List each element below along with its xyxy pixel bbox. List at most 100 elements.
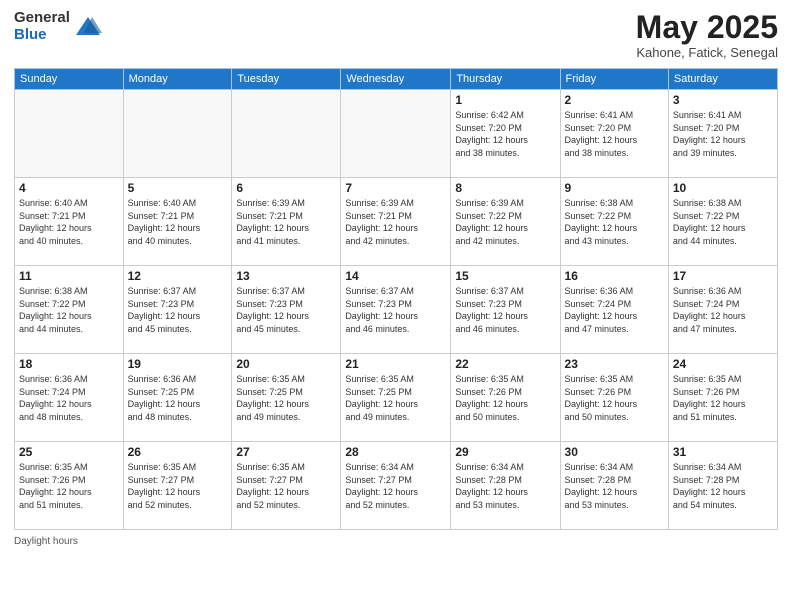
logo-icon: [74, 13, 102, 41]
day-info: Sunrise: 6:34 AM Sunset: 7:28 PM Dayligh…: [673, 461, 773, 511]
day-header-wednesday: Wednesday: [341, 69, 451, 90]
day-header-saturday: Saturday: [668, 69, 777, 90]
day-number: 19: [128, 357, 228, 371]
calendar-cell: 4Sunrise: 6:40 AM Sunset: 7:21 PM Daylig…: [15, 178, 124, 266]
calendar-cell: 8 Sunrise: 6:39 AM Sunset: 7:22 PM Daylig…: [451, 178, 560, 266]
day-number: 9: [565, 181, 664, 195]
calendar-cell: 23Sunrise: 6:35 AM Sunset: 7:26 PM Dayli…: [560, 354, 668, 442]
calendar-cell: 11 Sunrise: 6:38 AM Sunset: 7:22 PM Dayli…: [15, 266, 124, 354]
subtitle: Kahone, Fatick, Senegal: [636, 45, 778, 60]
day-number: 3: [673, 93, 773, 107]
day-info: Sunrise: 6:35 AM Sunset: 7:25 PM Dayligh…: [345, 373, 446, 423]
calendar-cell: [232, 90, 341, 178]
day-info: Sunrise: 6:35 AM Sunset: 7:26 PM Dayligh…: [19, 461, 119, 511]
calendar-cell: 22 Sunrise: 6:35 AM Sunset: 7:26 PM Dayli…: [451, 354, 560, 442]
day-header-thursday: Thursday: [451, 69, 560, 90]
day-number: 28: [345, 445, 446, 459]
calendar-week-row: 1 Sunrise: 6:42 AM Sunset: 7:20 PM Daylig…: [15, 90, 778, 178]
day-number: 29: [455, 445, 555, 459]
calendar-week-row: 18Sunrise: 6:36 AM Sunset: 7:24 PM Dayli…: [15, 354, 778, 442]
calendar-cell: 16 Sunrise: 6:36 AM Sunset: 7:24 PM Dayli…: [560, 266, 668, 354]
day-number: 26: [128, 445, 228, 459]
calendar-cell: 6 Sunrise: 6:39 AM Sunset: 7:21 PM Daylig…: [232, 178, 341, 266]
calendar-cell: 21Sunrise: 6:35 AM Sunset: 7:25 PM Dayli…: [341, 354, 451, 442]
logo-general: General: [14, 10, 70, 27]
day-info: Sunrise: 6:34 AM Sunset: 7:28 PM Dayligh…: [455, 461, 555, 511]
day-number: 2: [565, 93, 664, 107]
calendar-cell: 10Sunrise: 6:38 AM Sunset: 7:22 PM Dayli…: [668, 178, 777, 266]
day-number: 10: [673, 181, 773, 195]
calendar-cell: 2 Sunrise: 6:41 AM Sunset: 7:20 PM Daylig…: [560, 90, 668, 178]
day-info: Sunrise: 6:39 AM Sunset: 7:21 PM Dayligh…: [345, 197, 446, 247]
day-number: 6: [236, 181, 336, 195]
day-info: Sunrise: 6:35 AM Sunset: 7:26 PM Dayligh…: [455, 373, 555, 423]
header: General Blue May 2025 Kahone, Fatick, Se…: [14, 10, 778, 60]
calendar-cell: 19Sunrise: 6:36 AM Sunset: 7:25 PM Dayli…: [123, 354, 232, 442]
calendar-cell: 26Sunrise: 6:35 AM Sunset: 7:27 PM Dayli…: [123, 442, 232, 530]
day-info: Sunrise: 6:37 AM Sunset: 7:23 PM Dayligh…: [455, 285, 555, 335]
day-info: Sunrise: 6:38 AM Sunset: 7:22 PM Dayligh…: [19, 285, 119, 335]
day-number: 25: [19, 445, 119, 459]
logo: General Blue: [14, 10, 102, 43]
calendar-cell: 14 Sunrise: 6:37 AM Sunset: 7:23 PM Dayli…: [341, 266, 451, 354]
day-number: 11: [19, 269, 119, 283]
calendar-cell: 9 Sunrise: 6:38 AM Sunset: 7:22 PM Daylig…: [560, 178, 668, 266]
calendar-cell: 24Sunrise: 6:35 AM Sunset: 7:26 PM Dayli…: [668, 354, 777, 442]
day-info: Sunrise: 6:37 AM Sunset: 7:23 PM Dayligh…: [345, 285, 446, 335]
day-number: 14: [345, 269, 446, 283]
day-number: 12: [128, 269, 228, 283]
day-header-monday: Monday: [123, 69, 232, 90]
day-number: 1: [455, 93, 555, 107]
calendar-cell: [123, 90, 232, 178]
calendar-cell: 7 Sunrise: 6:39 AM Sunset: 7:21 PM Daylig…: [341, 178, 451, 266]
day-info: Sunrise: 6:38 AM Sunset: 7:22 PM Dayligh…: [565, 197, 664, 247]
day-info: Sunrise: 6:36 AM Sunset: 7:24 PM Dayligh…: [673, 285, 773, 335]
day-info: Sunrise: 6:35 AM Sunset: 7:25 PM Dayligh…: [236, 373, 336, 423]
day-info: Sunrise: 6:36 AM Sunset: 7:24 PM Dayligh…: [565, 285, 664, 335]
day-info: Sunrise: 6:35 AM Sunset: 7:27 PM Dayligh…: [236, 461, 336, 511]
month-title: May 2025: [636, 10, 778, 45]
calendar-cell: 12 Sunrise: 6:37 AM Sunset: 7:23 PM Dayli…: [123, 266, 232, 354]
day-info: Sunrise: 6:35 AM Sunset: 7:26 PM Dayligh…: [565, 373, 664, 423]
day-info: Sunrise: 6:37 AM Sunset: 7:23 PM Dayligh…: [128, 285, 228, 335]
day-number: 27: [236, 445, 336, 459]
calendar-week-row: 25 Sunrise: 6:35 AM Sunset: 7:26 PM Dayli…: [15, 442, 778, 530]
day-number: 22: [455, 357, 555, 371]
calendar-cell: [15, 90, 124, 178]
calendar-cell: 29 Sunrise: 6:34 AM Sunset: 7:28 PM Dayli…: [451, 442, 560, 530]
calendar-week-row: 4Sunrise: 6:40 AM Sunset: 7:21 PM Daylig…: [15, 178, 778, 266]
calendar-header-row: SundayMondayTuesdayWednesdayThursdayFrid…: [15, 69, 778, 90]
calendar-cell: 20Sunrise: 6:35 AM Sunset: 7:25 PM Dayli…: [232, 354, 341, 442]
day-info: Sunrise: 6:42 AM Sunset: 7:20 PM Dayligh…: [455, 109, 555, 159]
daylight-hours-label: Daylight hours: [14, 536, 78, 547]
calendar-cell: 18Sunrise: 6:36 AM Sunset: 7:24 PM Dayli…: [15, 354, 124, 442]
title-area: May 2025 Kahone, Fatick, Senegal: [636, 10, 778, 60]
day-info: Sunrise: 6:34 AM Sunset: 7:27 PM Dayligh…: [345, 461, 446, 511]
day-number: 5: [128, 181, 228, 195]
day-info: Sunrise: 6:41 AM Sunset: 7:20 PM Dayligh…: [673, 109, 773, 159]
calendar-cell: 13Sunrise: 6:37 AM Sunset: 7:23 PM Dayli…: [232, 266, 341, 354]
day-info: Sunrise: 6:39 AM Sunset: 7:22 PM Dayligh…: [455, 197, 555, 247]
day-info: Sunrise: 6:34 AM Sunset: 7:28 PM Dayligh…: [565, 461, 664, 511]
day-number: 17: [673, 269, 773, 283]
footer: Daylight hours: [14, 536, 778, 547]
calendar-cell: [341, 90, 451, 178]
calendar-cell: 15 Sunrise: 6:37 AM Sunset: 7:23 PM Dayli…: [451, 266, 560, 354]
day-number: 30: [565, 445, 664, 459]
calendar-table: SundayMondayTuesdayWednesdayThursdayFrid…: [14, 68, 778, 530]
day-number: 8: [455, 181, 555, 195]
day-header-tuesday: Tuesday: [232, 69, 341, 90]
day-info: Sunrise: 6:39 AM Sunset: 7:21 PM Dayligh…: [236, 197, 336, 247]
day-number: 4: [19, 181, 119, 195]
day-number: 7: [345, 181, 446, 195]
day-info: Sunrise: 6:41 AM Sunset: 7:20 PM Dayligh…: [565, 109, 664, 159]
logo-text: General Blue: [14, 10, 70, 43]
day-number: 15: [455, 269, 555, 283]
day-number: 31: [673, 445, 773, 459]
logo-blue: Blue: [14, 27, 70, 44]
day-number: 18: [19, 357, 119, 371]
calendar-cell: 1 Sunrise: 6:42 AM Sunset: 7:20 PM Daylig…: [451, 90, 560, 178]
calendar-cell: 17 Sunrise: 6:36 AM Sunset: 7:24 PM Dayli…: [668, 266, 777, 354]
day-header-friday: Friday: [560, 69, 668, 90]
day-number: 16: [565, 269, 664, 283]
